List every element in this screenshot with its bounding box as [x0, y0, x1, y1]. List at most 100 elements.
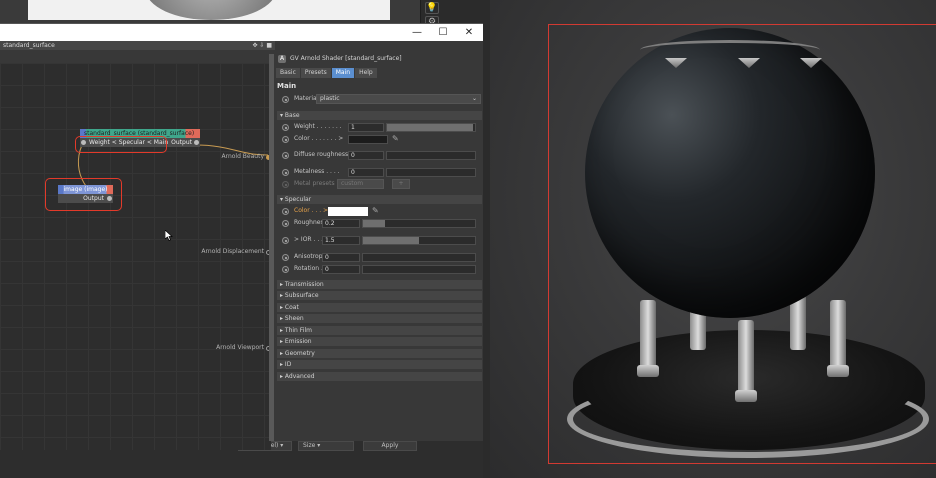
section-geometry[interactable]: ▸ Geometry — [277, 349, 482, 358]
rotation-field[interactable]: 0 — [322, 265, 360, 274]
section-coat[interactable]: ▸ Coat — [277, 303, 482, 312]
node-editor-scrollbar[interactable] — [269, 54, 274, 441]
selection-highlight — [75, 136, 167, 153]
ior-field[interactable]: 1.5 — [322, 236, 360, 245]
metal-presets-dropdown: custom — [337, 179, 384, 189]
specular-roughness-fill — [363, 220, 386, 227]
weight-field[interactable]: 1 — [348, 123, 384, 132]
mouse-cursor-icon — [165, 230, 173, 241]
diffuse-roughness-label: Diffuse roughness — [294, 151, 349, 158]
section-base[interactable]: ▾ Base — [277, 111, 482, 120]
arnold-displacement-port-label: Arnold Displacement — [201, 248, 264, 255]
specular-roughness-field[interactable]: 0.2 — [322, 219, 360, 228]
weight-radio[interactable] — [282, 124, 289, 131]
material-value: plastic — [320, 95, 340, 102]
preview-sphere-peek — [146, 0, 276, 20]
section-subsurface[interactable]: ▸ Subsurface — [277, 291, 482, 300]
size-label: Size — [303, 442, 316, 449]
section-specular[interactable]: ▾ Specular — [277, 195, 482, 204]
render-region-frame — [548, 24, 936, 464]
tab-basic[interactable]: Basic — [276, 68, 300, 78]
tab-main[interactable]: Main — [331, 68, 355, 78]
rotation-row: Rotation . . 0 — [282, 264, 482, 274]
base-color-swatch[interactable] — [348, 135, 388, 144]
base-color-radio[interactable] — [282, 136, 289, 143]
metalness-field[interactable]: 0 — [348, 168, 384, 177]
rotation-radio[interactable] — [282, 266, 289, 273]
arnold-shader-icon: A — [278, 55, 286, 63]
diffuse-roughness-slider[interactable] — [386, 151, 476, 160]
section-sheen[interactable]: ▸ Sheen — [277, 314, 482, 323]
window-titlebar[interactable]: — ☐ ✕ — [0, 24, 483, 41]
close-button[interactable]: ✕ — [456, 24, 482, 41]
eyedropper-icon[interactable]: ✎ — [372, 206, 379, 215]
specular-roughness-row: Roughness 0.2 — [282, 218, 482, 228]
base-color-row: Color . . . . . . . > ✎ — [282, 134, 482, 144]
attribute-panel: A GV Arnold Shader [standard_surface] Ba… — [275, 54, 483, 441]
tab-help[interactable]: Help — [355, 68, 377, 78]
metalness-label: Metalness . . . . — [294, 168, 340, 175]
ior-row: > IOR . . . . . 1.5 — [282, 235, 482, 245]
light-bulb-icon[interactable]: 💡 — [425, 2, 439, 14]
metalness-radio[interactable] — [282, 169, 289, 176]
metalness-slider[interactable] — [386, 168, 476, 177]
ior-slider-fill — [363, 237, 419, 244]
output-port-icon[interactable] — [194, 140, 199, 145]
rotation-slider[interactable] — [362, 265, 476, 274]
section-main-label: Main — [277, 82, 297, 90]
node-editor-canvas[interactable]: standard_surface (standard_surface) Weig… — [0, 63, 271, 450]
diffuse-roughness-radio[interactable] — [282, 152, 289, 159]
weight-slider[interactable] — [386, 123, 476, 132]
chevron-down-icon: ⌄ — [471, 95, 477, 102]
metalness-row: Metalness . . . . 0 — [282, 167, 482, 177]
eyedropper-icon[interactable]: ✎ — [392, 134, 399, 143]
anisotropy-radio[interactable] — [282, 254, 289, 261]
material-radio[interactable] — [282, 96, 289, 103]
material-label: Material — [294, 95, 319, 102]
weight-row: Weight . . . . . . . 1 — [282, 122, 482, 132]
base-color-label: Color . . . . . . . > — [294, 135, 344, 142]
specular-color-swatch[interactable] — [328, 207, 368, 216]
anisotropy-field[interactable]: 0 — [322, 253, 360, 262]
section-thin-film[interactable]: ▸ Thin Film — [277, 326, 482, 335]
background-preview-strip — [28, 0, 390, 20]
weight-slider-fill — [387, 124, 474, 131]
standard-surface-output-label: Output — [171, 139, 192, 146]
panel-title-text: GV Arnold Shader [standard_surface] — [290, 55, 402, 62]
specular-color-row: Color . . . > ✎ — [282, 206, 482, 216]
panel-tabs: Basic Presets Main Help — [276, 68, 377, 78]
diffuse-roughness-field[interactable]: 0 — [348, 151, 384, 160]
metal-presets-label: Metal presets — [294, 180, 335, 187]
material-dropdown[interactable]: plastic ⌄ — [316, 94, 481, 104]
minimize-button[interactable]: — — [404, 24, 430, 41]
node-connections — [77, 144, 269, 201]
material-row: Material plastic ⌄ — [282, 94, 482, 104]
ior-slider[interactable] — [362, 236, 476, 245]
tab-presets[interactable]: Presets — [300, 68, 331, 78]
node-editor-header: standard_surface ✥ ⇩ ■ — [0, 41, 275, 50]
section-advanced[interactable]: ▸ Advanced — [277, 372, 482, 381]
weight-label: Weight . . . . . . . — [294, 123, 342, 130]
specular-color-label: Color . . . > — [294, 207, 329, 214]
section-emission[interactable]: ▸ Emission — [277, 337, 482, 346]
specular-roughness-slider[interactable] — [362, 219, 476, 228]
node-editor-header-icons[interactable]: ✥ ⇩ ■ — [252, 41, 272, 50]
apply-label: Apply — [381, 442, 399, 449]
section-transmission[interactable]: ▸ Transmission — [277, 280, 482, 289]
specular-roughness-radio[interactable] — [282, 220, 289, 227]
anisotropy-slider[interactable] — [362, 253, 476, 262]
size-dropdown[interactable]: Size ▾ — [298, 441, 354, 451]
arnold-beauty-port-label: Arnold Beauty — [221, 153, 264, 160]
selection-highlight — [45, 178, 122, 211]
apply-button[interactable]: Apply — [363, 441, 417, 451]
diffuse-roughness-row: Diffuse roughness 0 — [282, 150, 482, 160]
node-editor-title: standard_surface — [3, 42, 55, 49]
section-id[interactable]: ▸ ID — [277, 360, 482, 369]
metal-presets-add-button: + — [392, 179, 410, 189]
ior-radio[interactable] — [282, 237, 289, 244]
maximize-button[interactable]: ☐ — [430, 24, 456, 41]
specular-color-radio[interactable] — [282, 208, 289, 215]
metal-presets-row: Metal presets custom + — [282, 179, 482, 189]
metal-presets-value: custom — [341, 180, 364, 187]
panel-title: A GV Arnold Shader [standard_surface] — [275, 54, 483, 64]
